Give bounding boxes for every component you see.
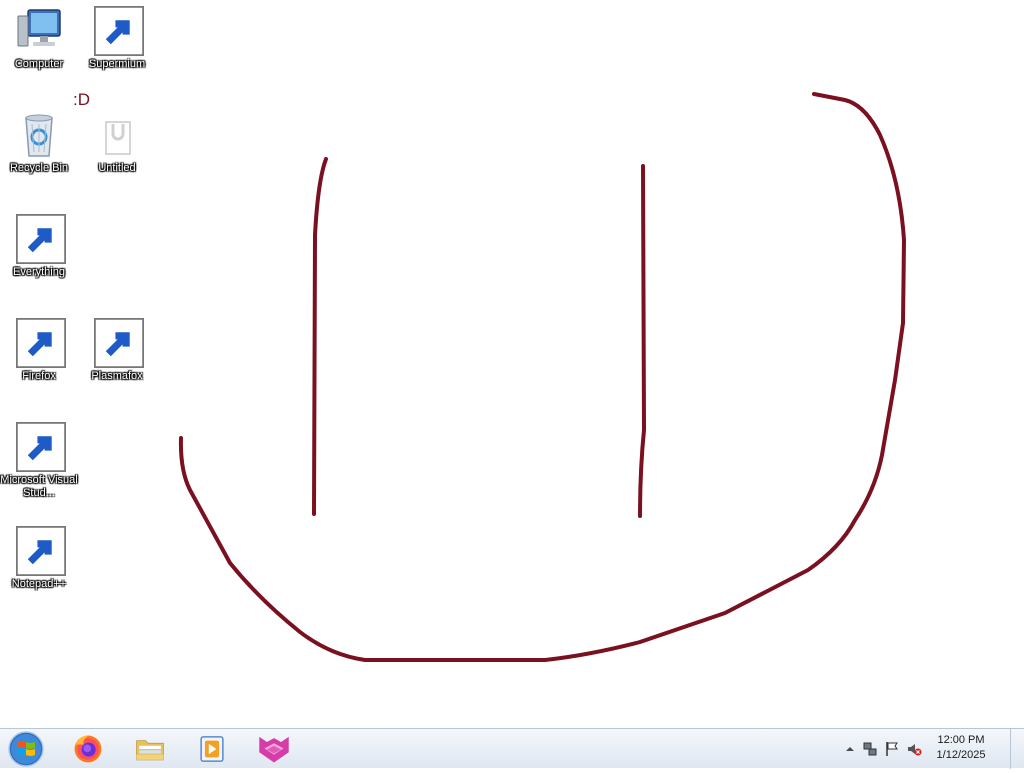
file-explorer-icon <box>136 740 164 761</box>
right-eye-stroke <box>638 164 646 518</box>
desktop-icon-recycle-bin[interactable]: Recycle Bin <box>0 110 78 175</box>
taskbar-plasmafox[interactable] <box>248 731 300 767</box>
desktop-icon-supermium[interactable]: Supermium <box>78 6 156 71</box>
desktop-icon-plasmafox[interactable]: Plasmafox <box>78 318 156 383</box>
volume-muted-icon[interactable] <box>906 741 922 757</box>
clock-date: 1/12/2025 <box>936 749 986 761</box>
smiley-text: :D <box>73 90 90 109</box>
media-player-icon <box>200 736 224 762</box>
network-icon[interactable] <box>862 741 878 757</box>
desktop-icon-untitled[interactable]: Untitled <box>78 110 156 175</box>
show-hidden-icons-icon[interactable] <box>842 741 858 757</box>
computer-icon <box>17 9 61 47</box>
desktop-icon-label: Recycle Bin <box>9 162 69 174</box>
desktop-icon-label: Plasmafox <box>91 370 143 382</box>
windows-logo-icon <box>8 731 44 767</box>
desktop-icon-label: Notepad++ <box>11 578 67 590</box>
system-tray: 12:00 PM 1/12/2025 <box>834 729 1024 769</box>
desktop-icon-visual-studio[interactable]: Microsoft Visual Stud... <box>0 422 78 500</box>
taskbar-media-player[interactable] <box>186 731 238 767</box>
shortcut-arrow-icon <box>16 214 66 264</box>
clock[interactable]: 12:00 PM 1/12/2025 <box>926 733 996 763</box>
desktop-icon-everything[interactable]: Everything <box>0 214 78 279</box>
start-button[interactable] <box>4 730 48 768</box>
shortcut-arrow-icon <box>16 422 66 472</box>
desktop-icon-firefox[interactable]: Firefox <box>0 318 78 383</box>
shortcut-arrow-icon <box>94 6 144 56</box>
shortcut-arrow-icon <box>16 318 66 368</box>
taskbar: 12:00 PM 1/12/2025 <box>0 728 1024 769</box>
document-icon <box>105 121 131 155</box>
left-eye-stroke <box>312 157 328 516</box>
desktop-icon-label: Everything <box>13 266 65 278</box>
plasmafox-icon <box>259 736 289 763</box>
desktop-icon-label: Supermium <box>88 58 146 70</box>
desktop-icon-notepadpp[interactable]: Notepad++ <box>0 526 78 591</box>
taskbar-file-explorer[interactable] <box>124 731 176 767</box>
clock-time: 12:00 PM <box>937 734 985 746</box>
desktop[interactable]: Computer Supermium Recycle Bin Untitled … <box>0 0 1024 728</box>
desktop-icon-computer[interactable]: Computer <box>0 6 78 71</box>
shortcut-arrow-icon <box>16 526 66 576</box>
desktop-icon-label: Firefox <box>22 370 56 382</box>
firefox-icon <box>74 735 102 763</box>
show-desktop-button[interactable] <box>1010 729 1024 769</box>
action-center-flag-icon[interactable] <box>884 741 900 757</box>
desktop-icon-label: Untitled <box>98 162 136 174</box>
recycle-bin-icon <box>25 114 53 157</box>
desktop-icon-label: Microsoft Visual Stud... <box>0 474 78 499</box>
mouth-stroke <box>178 92 906 662</box>
desktop-icon-label: Computer <box>14 58 64 70</box>
shortcut-arrow-icon <box>94 318 144 368</box>
taskbar-firefox[interactable] <box>62 731 114 767</box>
